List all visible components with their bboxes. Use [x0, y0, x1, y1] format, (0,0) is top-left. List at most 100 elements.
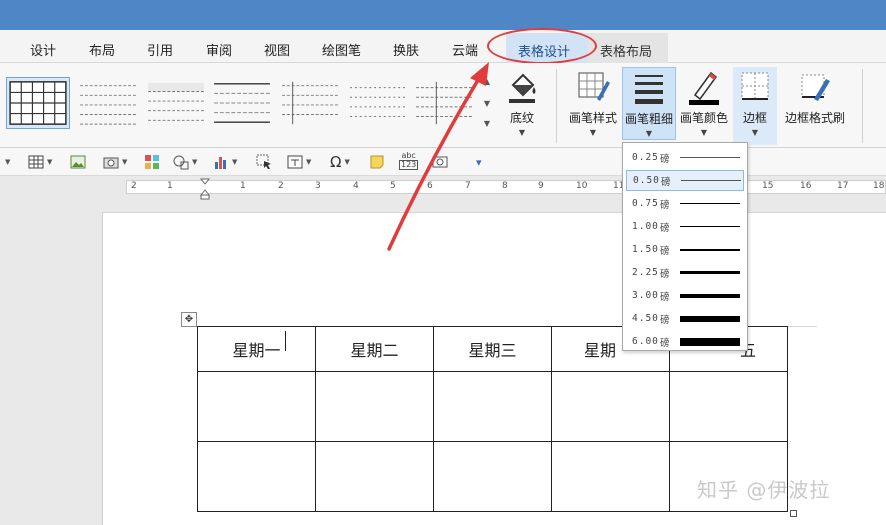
table-cell[interactable]: 星期二: [315, 326, 434, 372]
gallery-more-icon[interactable]: ▼: [481, 119, 493, 129]
pen-style-label: 画笔样式: [568, 111, 617, 125]
table-style-thumbnail[interactable]: [346, 77, 410, 129]
tab-references[interactable]: 引用: [147, 40, 173, 59]
pen-color-label: 画笔颜色: [679, 111, 728, 125]
bar-chart-icon: [215, 157, 226, 169]
chevron-down-icon: ▼: [645, 129, 653, 138]
ribbon-divider: [862, 69, 863, 143]
pen-weight-unit: 磅: [660, 291, 670, 303]
screenshot-button[interactable]: ▼: [103, 152, 127, 172]
table-resize-handle[interactable]: [790, 510, 797, 517]
smart-art-button[interactable]: [144, 152, 160, 172]
pen-weight-option[interactable]: 1.00 磅: [626, 216, 744, 237]
table-cell[interactable]: [551, 441, 670, 512]
ribbon-divider: [556, 69, 557, 143]
customize-toolbar-icon[interactable]: ▾: [476, 152, 482, 172]
screen-clip-button[interactable]: [256, 152, 272, 172]
chevron-down-icon: ▼: [518, 128, 526, 137]
tab-cloud[interactable]: 云端: [452, 40, 478, 59]
pen-weight-option[interactable]: 6.00 磅: [626, 331, 744, 352]
pen-style-button[interactable]: 画笔样式 ▼: [564, 67, 622, 145]
pen-weight-value: 3.00: [632, 290, 659, 301]
pen-weight-value: 0.25: [632, 152, 659, 163]
table-style-thumbnail[interactable]: [210, 77, 274, 129]
table-style-thumbnail[interactable]: [144, 77, 208, 129]
pen-weight-unit: 磅: [660, 337, 670, 349]
insert-table-button[interactable]: ▼: [28, 152, 52, 172]
chart-button[interactable]: ▼: [213, 152, 237, 172]
ruler-number: 15: [762, 181, 774, 191]
table-cell[interactable]: [197, 441, 316, 512]
table-cell[interactable]: [197, 371, 316, 442]
ruler-number: 10: [576, 181, 588, 191]
text-box-button[interactable]: ▼: [287, 152, 311, 172]
border-painter-icon: [801, 74, 830, 101]
text-caret: [285, 331, 286, 351]
shapes-button[interactable]: ▼: [173, 152, 197, 172]
pen-weight-unit: 磅: [660, 314, 670, 326]
tab-layout[interactable]: 布局: [89, 40, 115, 59]
indent-marker-icon[interactable]: [200, 178, 210, 200]
pen-weight-value: 4.50: [632, 313, 659, 324]
chevron-down-icon: ▼: [589, 128, 597, 137]
borders-button[interactable]: 边框 ▼: [733, 67, 777, 145]
table-cell[interactable]: [315, 441, 434, 512]
pen-weight-option[interactable]: 0.25 磅: [626, 147, 744, 168]
insert-picture-button[interactable]: [70, 152, 86, 172]
border-painter-button[interactable]: 边框格式刷: [781, 67, 849, 145]
pen-weight-sample-line: [681, 180, 741, 181]
gallery-scroll[interactable]: ▲ ▼ ▼: [481, 77, 493, 133]
shapes-icon: [173, 155, 189, 170]
pen-weight-sample-line: [680, 248, 740, 251]
table-style-thumbnail[interactable]: [76, 77, 140, 129]
pen-weight-value: 0.75: [632, 198, 659, 209]
line-weight-icon: [635, 75, 663, 104]
pen-color-button[interactable]: 画笔颜色 ▼: [678, 67, 730, 145]
note-button[interactable]: [369, 152, 385, 172]
annotation-ellipse: [487, 28, 597, 64]
gallery-up-icon[interactable]: ▲: [481, 77, 493, 87]
pen-weight-sample-line: [680, 271, 740, 274]
pen-weight-option[interactable]: 0.50 磅: [626, 170, 744, 191]
chevron-down-icon[interactable]: ▼: [2, 152, 10, 172]
shading-button[interactable]: 底纹 ▼: [500, 67, 544, 145]
pen-weight-option[interactable]: 4.50 磅: [626, 308, 744, 329]
tab-table-layout[interactable]: 表格布局: [588, 33, 668, 63]
pen-weight-unit: 磅: [660, 222, 670, 234]
table-style-thumbnail[interactable]: [6, 77, 70, 129]
ruler-number: 17: [837, 181, 849, 191]
pen-weight-sample-line: [680, 293, 740, 298]
pen-weight-option[interactable]: 1.50 磅: [626, 239, 744, 260]
table-cell[interactable]: [315, 371, 434, 442]
pen-weight-sample-line: [680, 315, 740, 322]
table-cell[interactable]: [551, 371, 670, 442]
table-cell[interactable]: 星期三: [433, 326, 552, 372]
tab-draw-pen[interactable]: 绘图笔: [322, 40, 361, 59]
table-style-thumbnail[interactable]: [278, 77, 342, 129]
pen-weight-button[interactable]: 画笔粗细 ▼: [622, 67, 676, 140]
horizontal-ruler[interactable]: 2 1 1 2 3 4 5 6 7 8 9 10 11 12 13 14 15 …: [126, 180, 886, 194]
preview-button[interactable]: [432, 152, 448, 172]
ruler-number: 16: [800, 181, 812, 191]
ruler-number: 1: [167, 181, 173, 191]
pen-weight-option[interactable]: 0.75 磅: [626, 193, 744, 214]
tab-view[interactable]: 视图: [264, 40, 290, 59]
border-painter-label: 边框格式刷: [784, 111, 845, 125]
tab-design[interactable]: 设计: [30, 40, 56, 59]
pen-weight-option[interactable]: 3.00 磅: [626, 285, 744, 306]
table-style-thumbnail[interactable]: [412, 77, 476, 129]
table-move-handle-icon[interactable]: ✥: [181, 312, 197, 327]
table-cell[interactable]: [669, 371, 788, 442]
watermark: 知乎 @伊波拉: [697, 478, 831, 502]
tab-review[interactable]: 审阅: [206, 40, 232, 59]
table-cell[interactable]: [433, 441, 552, 512]
table-cell[interactable]: 星期一: [197, 326, 316, 372]
pen-weight-option[interactable]: 2.25 磅: [626, 262, 744, 283]
spell-check-button[interactable]: abc 123: [399, 152, 419, 172]
table-cell[interactable]: [433, 371, 552, 442]
gallery-down-icon[interactable]: ▼: [481, 99, 493, 109]
tab-skin[interactable]: 换肤: [393, 40, 419, 59]
symbol-button[interactable]: Ω ▼: [330, 152, 350, 172]
pen-weight-label: 画笔粗细: [624, 112, 673, 126]
omega-icon: Ω: [330, 153, 342, 171]
